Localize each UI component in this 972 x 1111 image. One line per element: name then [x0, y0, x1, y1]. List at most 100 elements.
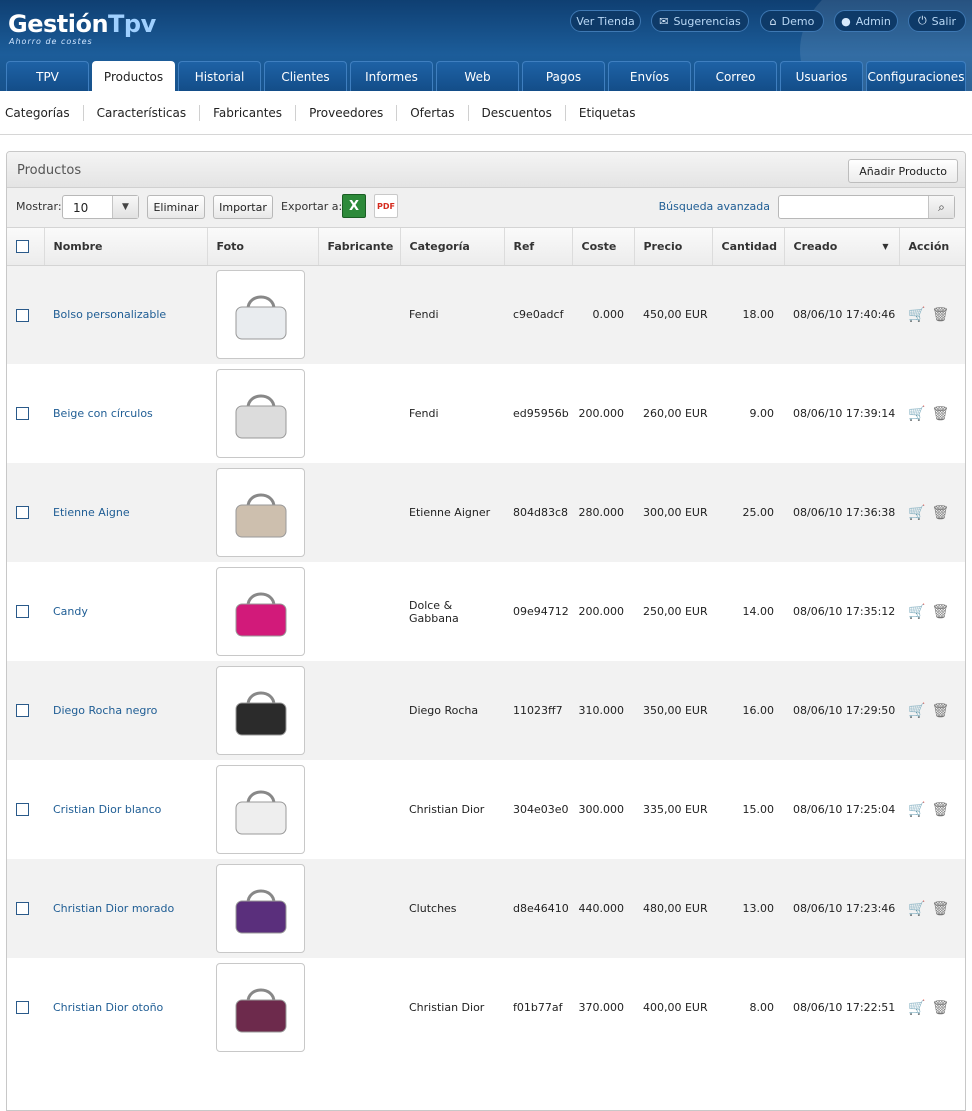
- admin-link[interactable]: ● Admin: [834, 10, 898, 32]
- trash-icon[interactable]: 🗑: [931, 703, 949, 719]
- select-all-checkbox[interactable]: [16, 240, 29, 253]
- trash-icon[interactable]: 🗑: [931, 406, 949, 422]
- row-checkbox[interactable]: [16, 308, 29, 322]
- cart-icon[interactable]: 🛒: [908, 505, 925, 521]
- fabricante-cell: [318, 364, 400, 463]
- product-name-link[interactable]: Diego Rocha negro: [53, 704, 157, 717]
- row-checkbox[interactable]: [16, 704, 29, 718]
- suggestions-link[interactable]: ✉ Sugerencias: [651, 10, 749, 32]
- logo[interactable]: GestiónTpv: [8, 10, 156, 38]
- product-photo[interactable]: [216, 963, 305, 1052]
- search-icon[interactable]: ⌕: [928, 196, 954, 218]
- creado-cell: 08/06/10 17:22:51: [793, 1001, 896, 1014]
- products-panel: Productos Añadir Producto Mostrar: 10 ▼ …: [6, 151, 966, 1111]
- col-creado[interactable]: Creado ▼: [784, 228, 900, 266]
- precio-cell: 260,00 EUR: [643, 407, 708, 420]
- tab-web[interactable]: Web: [436, 61, 519, 91]
- subnav-ofertas[interactable]: Ofertas: [396, 104, 467, 121]
- tab-productos[interactable]: Productos: [92, 61, 175, 91]
- col-coste[interactable]: Coste: [572, 228, 635, 266]
- tab-envios[interactable]: Envíos: [608, 61, 691, 91]
- excel-export-icon[interactable]: X: [342, 194, 366, 218]
- tab-informes[interactable]: Informes: [350, 61, 433, 91]
- tab-usuarios[interactable]: Usuarios: [780, 61, 863, 91]
- row-checkbox[interactable]: [16, 1001, 29, 1015]
- trash-icon[interactable]: 🗑: [931, 604, 949, 620]
- search-input[interactable]: ⌕: [778, 195, 955, 219]
- trash-icon[interactable]: 🗑: [931, 802, 949, 818]
- trash-icon[interactable]: 🗑: [931, 505, 949, 521]
- cart-icon[interactable]: 🛒: [908, 604, 925, 620]
- subnav-etiquetas[interactable]: Etiquetas: [564, 104, 649, 121]
- cantidad-cell: 18.00: [742, 308, 775, 322]
- product-name-link[interactable]: Cristian Dior blanco: [53, 803, 161, 816]
- tab-tpv[interactable]: TPV: [6, 61, 89, 91]
- subnav-caracteristicas[interactable]: Características: [82, 104, 199, 121]
- demo-link[interactable]: ⌂ Demo: [760, 10, 824, 32]
- sub-navigation: Categorías Características Fabricantes P…: [0, 91, 972, 135]
- product-photo[interactable]: [216, 864, 305, 953]
- cart-icon[interactable]: 🛒: [908, 307, 925, 323]
- col-categoria[interactable]: Categoría: [400, 228, 505, 266]
- import-button[interactable]: Importar: [213, 195, 273, 219]
- col-nombre[interactable]: Nombre: [44, 228, 208, 266]
- ref-cell: c9e0adcf: [513, 308, 564, 322]
- products-table: Nombre Foto Fabricante Categoría Ref Cos…: [7, 228, 965, 1057]
- cart-icon[interactable]: 🛒: [908, 901, 925, 917]
- product-photo[interactable]: [216, 270, 305, 360]
- product-photo[interactable]: [216, 666, 305, 755]
- product-name-link[interactable]: Candy: [53, 605, 88, 618]
- coste-cell: 0.000: [592, 308, 625, 322]
- logout-link[interactable]: ⏻ Salir: [908, 10, 966, 32]
- tab-historial[interactable]: Historial: [178, 61, 261, 91]
- col-precio[interactable]: Precio: [634, 228, 713, 266]
- row-checkbox[interactable]: [16, 803, 29, 817]
- product-photo[interactable]: [216, 468, 305, 557]
- product-photo[interactable]: [216, 765, 305, 854]
- cantidad-cell: 13.00: [742, 902, 775, 915]
- row-checkbox[interactable]: [16, 407, 29, 421]
- col-fabricante[interactable]: Fabricante: [318, 228, 401, 266]
- cart-icon[interactable]: 🛒: [908, 406, 925, 422]
- row-checkbox[interactable]: [16, 902, 29, 916]
- panel-title: Productos: [17, 163, 82, 178]
- tab-configuraciones[interactable]: Configuraciones: [866, 61, 966, 91]
- table-row: Christian Dior otoño Christian Dior f01b77…: [7, 958, 965, 1057]
- product-name-link[interactable]: Christian Dior otoño: [53, 1001, 163, 1014]
- row-checkbox[interactable]: [16, 506, 29, 520]
- categoria-cell: Diego Rocha: [409, 704, 479, 717]
- product-photo[interactable]: [216, 369, 305, 458]
- pdf-export-icon[interactable]: PDF: [374, 194, 398, 218]
- add-product-button[interactable]: Añadir Producto: [848, 159, 958, 183]
- export-label: Exportar a:: [281, 200, 343, 213]
- product-photo[interactable]: [216, 567, 305, 656]
- cart-icon[interactable]: 🛒: [908, 1000, 925, 1016]
- trash-icon[interactable]: 🗑: [931, 307, 949, 323]
- coste-cell: 280.000: [578, 506, 625, 519]
- subnav-fabricantes[interactable]: Fabricantes: [199, 104, 295, 121]
- cart-icon[interactable]: 🛒: [908, 703, 925, 719]
- coste-cell: 370.000: [578, 1001, 625, 1014]
- product-name-link[interactable]: Bolso personalizable: [53, 308, 166, 321]
- product-name-link[interactable]: Etienne Aigne: [53, 506, 130, 519]
- product-name-link[interactable]: Christian Dior morado: [53, 902, 174, 915]
- trash-icon[interactable]: 🗑: [931, 901, 949, 917]
- subnav-categorias[interactable]: Categorías: [5, 105, 83, 121]
- home-icon: ⌂: [769, 14, 777, 28]
- subnav-proveedores[interactable]: Proveedores: [295, 104, 396, 121]
- precio-cell: 250,00 EUR: [643, 605, 708, 618]
- tab-clientes[interactable]: Clientes: [264, 61, 347, 91]
- row-checkbox[interactable]: [16, 605, 29, 619]
- trash-icon[interactable]: 🗑: [931, 1000, 949, 1016]
- col-cantidad[interactable]: Cantidad: [712, 228, 785, 266]
- page-size-select[interactable]: 10 ▼: [62, 195, 139, 219]
- view-store-link[interactable]: Ver Tienda: [570, 10, 641, 32]
- cart-icon[interactable]: 🛒: [908, 802, 925, 818]
- tab-correo[interactable]: Correo: [694, 61, 777, 91]
- tab-pagos[interactable]: Pagos: [522, 61, 605, 91]
- advanced-search-link[interactable]: Búsqueda avanzada: [659, 200, 770, 213]
- delete-button[interactable]: Eliminar: [147, 195, 205, 219]
- col-ref[interactable]: Ref: [504, 228, 573, 266]
- subnav-descuentos[interactable]: Descuentos: [467, 104, 565, 121]
- product-name-link[interactable]: Beige con círculos: [53, 407, 153, 420]
